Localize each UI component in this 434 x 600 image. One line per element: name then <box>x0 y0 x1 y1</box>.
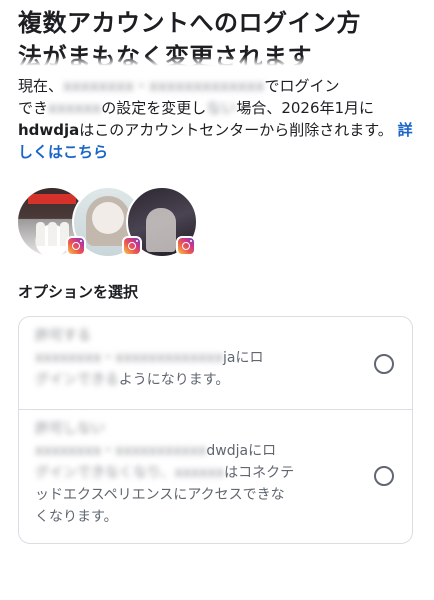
option-allow-line2: ようになります。 <box>118 372 230 388</box>
desc-part1: 現在、 <box>18 77 64 95</box>
avatar-1-person <box>36 222 45 246</box>
instagram-icon <box>66 236 86 256</box>
desc-blurred-3: ない <box>206 99 237 117</box>
option-deny-line1: dwdjaにロ <box>206 443 277 459</box>
options-heading: オプションを選択 <box>18 283 139 301</box>
option-deny-blurred-accounts: xxxxxxxx・xxxxxxxxxxx <box>35 443 207 459</box>
option-deny-line3: ッドエクスペリエンスにアクセスできな <box>35 487 285 503</box>
desc-part4: の設定を変更し <box>101 99 207 117</box>
avatar-3-figure <box>146 208 176 252</box>
option-allow-line1: jaにロ <box>223 350 264 366</box>
desc-part3: でき <box>18 99 49 117</box>
account-avatars <box>16 186 198 260</box>
instagram-icon <box>176 236 196 256</box>
avatar-1-stage <box>28 194 76 204</box>
description-text: 現在、xxxxxxxx・xxxxxxxxxxxxxでログイン できxxxxxxの… <box>18 75 418 163</box>
option-deny-line2: はコネクテ <box>224 465 295 481</box>
option-deny[interactable]: 許可しない xxxxxxxx・xxxxxxxxxxxdwdjaにロ グインできな… <box>19 410 412 544</box>
desc-blurred-accounts: xxxxxxxx・xxxxxxxxxxxxx <box>63 77 265 95</box>
desc-part2: でログイン <box>264 77 340 95</box>
account-center-page: 複数アカウントへのログイン方 法がまもなく変更されます 現在、xxxxxxxx・… <box>0 0 434 600</box>
option-deny-label: 許可しない <box>35 421 105 437</box>
option-allow-blurred-accounts: xxxxxxxx・xxxxxxxxxxxxx <box>35 350 223 366</box>
options-card: 許可する xxxxxxxx・xxxxxxxxxxxxxjaにロ グインできるよう… <box>18 316 413 544</box>
title-fade-overlay <box>18 56 418 68</box>
option-allow-blurred-2: グインできる <box>35 372 119 388</box>
option-deny-text: 許可しない xxxxxxxx・xxxxxxxxxxxdwdjaにロ グインできな… <box>35 418 347 528</box>
option-allow[interactable]: 許可する xxxxxxxx・xxxxxxxxxxxxxjaにロ グインできるよう… <box>19 317 412 409</box>
desc-part6: はこのアカウントセンターから削除されます。 <box>79 121 393 139</box>
option-allow-label: 許可する <box>35 328 91 344</box>
desc-blurred-2: xxxxxx <box>48 99 102 117</box>
page-title-line1: 複数アカウントへのログイン方 <box>18 9 361 37</box>
option-deny-radio[interactable] <box>374 466 394 486</box>
desc-username: hdwdja <box>18 121 80 139</box>
option-deny-line4: くなります。 <box>35 509 118 525</box>
desc-part5: 場合、2026年1月に <box>236 99 375 117</box>
option-deny-blurred-2: グインできなくなり、xxxxxx <box>35 465 225 481</box>
page-title-line2: 法がまもなく変更されます <box>18 40 418 68</box>
instagram-icon <box>122 236 142 256</box>
page-title: 複数アカウントへのログイン方 法がまもなく変更されます <box>18 6 418 68</box>
option-allow-radio[interactable] <box>374 354 394 374</box>
option-allow-text: 許可する xxxxxxxx・xxxxxxxxxxxxxjaにロ グインできるよう… <box>35 325 347 391</box>
avatar-1-person <box>48 222 57 246</box>
avatar-2-face <box>92 202 124 234</box>
